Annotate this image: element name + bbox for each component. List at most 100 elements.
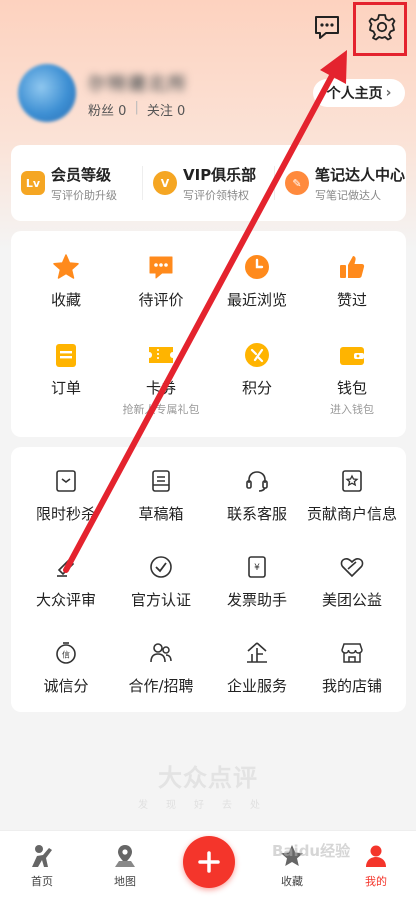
- recent-views-entry[interactable]: 最近浏览: [208, 251, 306, 310]
- my-store-label: 我的店铺: [321, 677, 382, 695]
- note-expert-subtitle: 写笔记做达人: [315, 188, 381, 202]
- tab-home-label: 首页: [31, 875, 53, 888]
- vip-club-title: VIP俱乐部: [183, 165, 257, 184]
- member-level-entry[interactable]: Lv 会员等级 写评价助升级: [11, 164, 142, 203]
- meituan-charity-entry[interactable]: 美团公益: [303, 551, 401, 610]
- credit-score-entry[interactable]: 信 诚信分: [17, 637, 115, 696]
- tab-favorites[interactable]: 收藏: [262, 843, 322, 889]
- orders-entry[interactable]: 订单: [17, 339, 115, 398]
- order-icon: [50, 339, 82, 371]
- follow-label[interactable]: 关注: [147, 104, 173, 119]
- fans-label[interactable]: 粉丝: [88, 104, 114, 119]
- home-icon: [32, 845, 52, 867]
- vip-club-entry[interactable]: V VIP俱乐部 写评价领特权: [143, 164, 274, 203]
- settings-highlight-box: [353, 2, 407, 56]
- flash-sale-entry[interactable]: 限时秒杀: [17, 465, 115, 524]
- official-certification-entry[interactable]: 官方认证: [112, 551, 210, 610]
- wallet-label: 钱包: [336, 379, 367, 397]
- brand-slogan: 发现好去处: [138, 800, 278, 811]
- drafts-label: 草稿箱: [138, 505, 184, 523]
- vip-badge-icon: V: [153, 171, 177, 195]
- people-icon: [145, 637, 177, 669]
- tab-mine[interactable]: 我的: [346, 843, 406, 889]
- fans-count[interactable]: 0: [118, 104, 126, 119]
- meituan-charity-label: 美团公益: [321, 591, 382, 609]
- tab-map[interactable]: 地图: [95, 843, 155, 889]
- enterprise-service-label: 企业服务: [226, 677, 287, 695]
- services-card: 限时秒杀 草稿箱 联系客服 贡献商户信息 大众评审 官方认证 ¥ 发票助手 美团…: [11, 447, 406, 712]
- credit-score-label: 诚信分: [43, 677, 89, 695]
- note-expert-title: 笔记达人中心: [315, 165, 406, 184]
- enterprise-icon: [241, 637, 273, 669]
- credit-icon: 信: [50, 637, 82, 669]
- invoice-icon: ¥: [241, 551, 273, 583]
- shortcuts-card: 收藏 待评价 最近浏览 赞过 订单 卡券 抢新人专属礼包 积分 钱包 进入钱包: [11, 231, 406, 437]
- note-expert-entry[interactable]: ✎ 笔记达人中心 写笔记做达人: [275, 164, 406, 203]
- public-review-label: 大众评审: [35, 591, 96, 609]
- level-badge-icon: Lv: [21, 171, 45, 195]
- member-level-title: 会员等级: [51, 165, 112, 184]
- thumbs-up-icon: [336, 251, 368, 283]
- flash-sale-icon: [50, 465, 82, 497]
- liked-entry[interactable]: 赞过: [303, 251, 401, 310]
- coupons-subtitle: 抢新人专属礼包: [122, 403, 200, 416]
- invoice-assistant-label: 发票助手: [226, 591, 287, 609]
- invoice-assistant-entry[interactable]: ¥ 发票助手: [208, 551, 306, 610]
- contribute-shop-info-entry[interactable]: 贡献商户信息: [303, 465, 401, 524]
- pending-review-label: 待评价: [138, 291, 184, 309]
- gavel-icon: [50, 551, 82, 583]
- ticket-icon: [145, 339, 177, 371]
- favorite-icon: [281, 845, 303, 866]
- drafts-entry[interactable]: 草稿箱: [112, 465, 210, 524]
- brand-logo: 大众点评: [158, 764, 258, 792]
- flash-sale-label: 限时秒杀: [35, 505, 96, 523]
- comment-icon: [145, 251, 177, 283]
- enterprise-service-entry[interactable]: 企业服务: [208, 637, 306, 696]
- profile-button-label: 个人主页: [326, 86, 383, 102]
- cooperation-recruit-entry[interactable]: 合作/招聘: [112, 637, 210, 696]
- charity-heart-icon: [336, 551, 368, 583]
- recent-views-label: 最近浏览: [226, 291, 287, 309]
- membership-card: Lv 会员等级 写评价助升级 V VIP俱乐部 写评价领特权 ✎ 笔记达人中心 …: [11, 145, 406, 221]
- plus-icon: [198, 851, 220, 873]
- headset-icon: [241, 465, 273, 497]
- svg-text:信: 信: [62, 650, 70, 660]
- profile-icon: [366, 845, 386, 867]
- coupons-label: 卡券: [145, 379, 176, 397]
- store-icon: [336, 637, 368, 669]
- points-entry[interactable]: 积分: [208, 339, 306, 398]
- customer-service-label: 联系客服: [226, 505, 287, 523]
- svg-text:¥: ¥: [254, 563, 260, 573]
- tab-map-label: 地图: [114, 875, 136, 888]
- liked-label: 赞过: [336, 291, 367, 309]
- contribute-shop-info-label: 贡献商户信息: [306, 505, 397, 523]
- avatar[interactable]: [18, 64, 76, 122]
- chevron-right-icon: ›: [385, 85, 392, 101]
- points-label: 积分: [241, 379, 272, 397]
- official-certification-label: 官方认证: [130, 591, 191, 609]
- message-icon[interactable]: [312, 12, 342, 42]
- my-store-entry[interactable]: 我的店铺: [303, 637, 401, 696]
- coupons-entry[interactable]: 卡券 抢新人专属礼包: [112, 339, 210, 417]
- favorites-label: 收藏: [50, 291, 81, 309]
- pending-review-entry[interactable]: 待评价: [112, 251, 210, 310]
- publish-plus-button[interactable]: [183, 836, 235, 888]
- wallet-entry[interactable]: 钱包 进入钱包: [303, 339, 401, 417]
- points-icon: [241, 339, 273, 371]
- check-circle-icon: [145, 551, 177, 583]
- customer-service-entry[interactable]: 联系客服: [208, 465, 306, 524]
- profile-button[interactable]: 个人主页 ›: [313, 79, 405, 107]
- star-icon: [50, 251, 82, 283]
- tab-home[interactable]: 首页: [12, 843, 72, 889]
- tab-mine-label: 我的: [365, 875, 387, 888]
- cooperation-recruit-label: 合作/招聘: [128, 677, 194, 695]
- user-stats: 粉丝 0 | 关注 0: [88, 100, 186, 119]
- draft-box-icon: [145, 465, 177, 497]
- wallet-subtitle: 进入钱包: [330, 403, 374, 416]
- public-review-entry[interactable]: 大众评审: [17, 551, 115, 610]
- note-badge-icon: ✎: [285, 171, 309, 195]
- username: 尔特建北所: [88, 74, 188, 95]
- favorites-entry[interactable]: 收藏: [17, 251, 115, 310]
- clock-icon: [241, 251, 273, 283]
- follow-count[interactable]: 0: [177, 104, 185, 119]
